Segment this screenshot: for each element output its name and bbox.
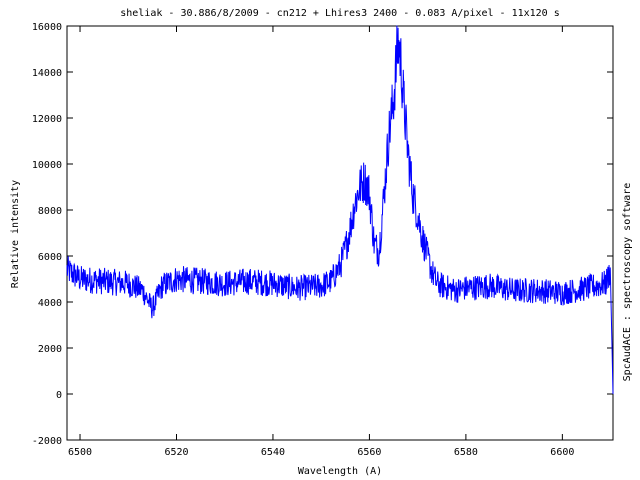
chart-title: sheliak - 30.886/8/2009 - cn212 + Lhires… (120, 8, 560, 19)
y-tick-label: 8000 (38, 206, 62, 217)
y-tick-label: 14000 (32, 68, 62, 79)
y-tick-label: 6000 (38, 252, 62, 263)
x-axis-label: Wavelength (A) (298, 466, 382, 477)
software-credit-label: SpcAudACE : spectroscopy software (622, 183, 633, 382)
y-tick-label: 4000 (38, 298, 62, 309)
y-tick-label: 12000 (32, 114, 62, 125)
y-axis-ticks: -2000 0 2000 4000 6000 8000 10000 12000 14000 160… (32, 22, 613, 447)
plot-frame (66, 25, 614, 441)
plot-axes (66, 25, 614, 441)
x-tick-label: 6520 (164, 447, 188, 458)
x-tick-label: 6600 (550, 447, 574, 458)
x-axis-ticks: 6500 6520 6540 6560 6580 6600 (68, 26, 574, 458)
x-tick-label: 6580 (454, 447, 478, 458)
spectrum-chart: sheliak - 30.886/8/2009 - cn212 + Lhires… (10, 8, 633, 477)
y-tick-label: 16000 (32, 22, 62, 33)
x-tick-label: 6500 (68, 447, 92, 458)
y-tick-label: -2000 (32, 436, 62, 447)
x-tick-label: 6560 (357, 447, 381, 458)
y-tick-label: 10000 (32, 160, 62, 171)
y-axis-label: Relative intensity (10, 180, 21, 288)
y-tick-label: 2000 (38, 344, 62, 355)
y-tick-label: 0 (56, 390, 62, 401)
spectrum-line (66, 25, 614, 395)
x-tick-label: 6540 (261, 447, 285, 458)
